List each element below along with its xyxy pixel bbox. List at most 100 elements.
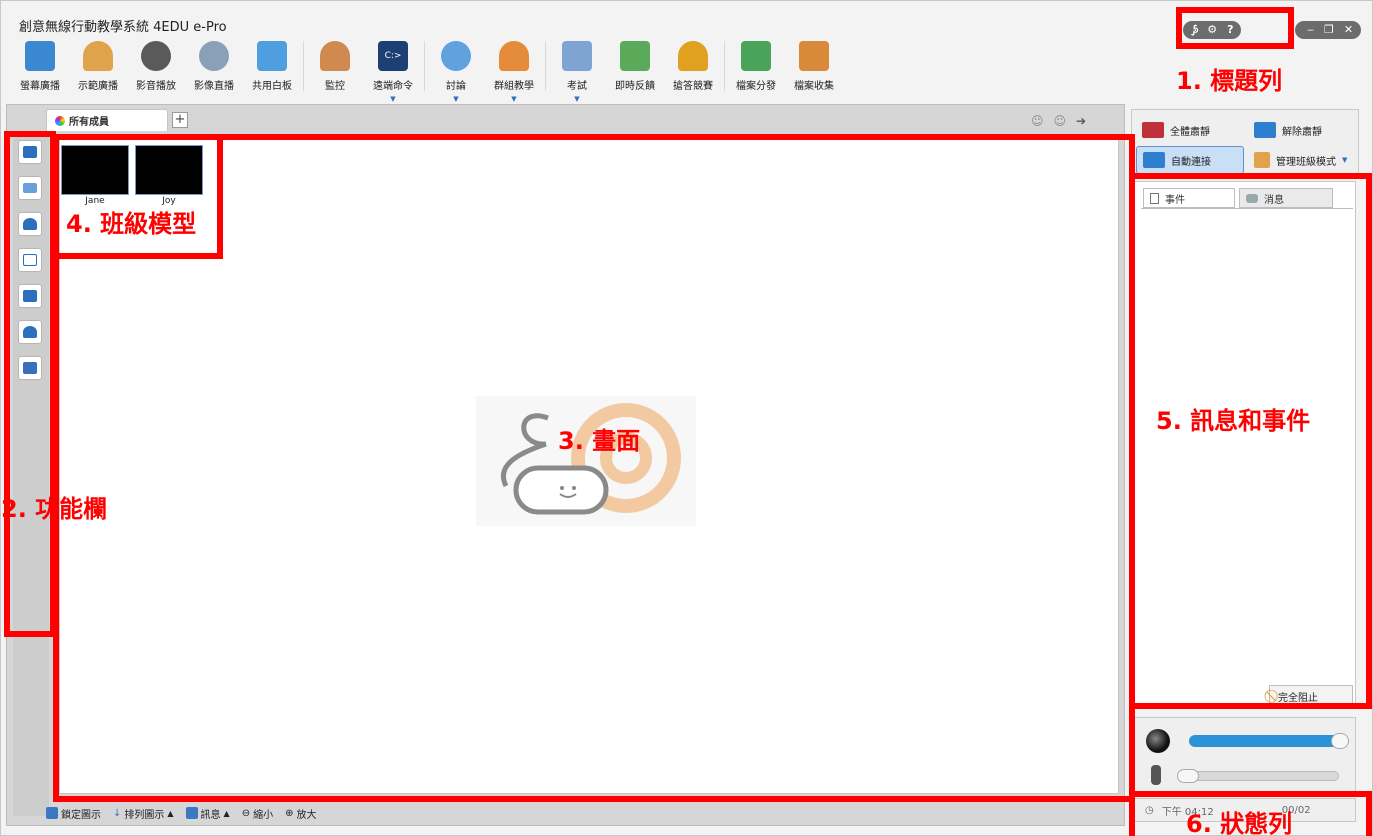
file-collect-icon <box>799 41 829 71</box>
canvas-statusbar: 鎖定圖示 ↓ 排列圖示 ▲ 訊息 ▲ ⊖ 縮小 ⊕ 放大 <box>46 803 316 823</box>
tool-quiz-contest[interactable]: 搶答競賽 <box>664 41 722 99</box>
user-settings-icon[interactable]: ☺ <box>1054 114 1067 128</box>
annotation-class-model: 4. 班級模型 <box>66 210 197 238</box>
tool-whiteboard[interactable]: 共用白板 <box>243 41 301 99</box>
annotation-box-class-model <box>53 134 223 259</box>
tool-monitor[interactable]: 監控 <box>306 41 364 99</box>
zoom-out-button[interactable]: ⊖ 縮小 <box>242 806 273 821</box>
volume-slider-handle[interactable] <box>1331 733 1349 749</box>
tool-live-video[interactable]: 影像直播 <box>185 41 243 99</box>
caret-up-icon: ▲ <box>167 808 174 818</box>
tool-screen-broadcast[interactable]: 螢幕廣播 <box>11 41 69 99</box>
add-tab-button[interactable]: + <box>172 112 188 128</box>
statusbar-label: 放大 <box>296 809 317 821</box>
tab-label: 所有成員 <box>69 117 109 128</box>
tool-label: 影音播放 <box>136 81 176 92</box>
demo-broadcast-icon <box>83 41 113 71</box>
tool-label: 共用白板 <box>252 81 292 92</box>
zoom-in-button[interactable]: ⊕ 放大 <box>285 806 316 821</box>
dropdown-arrow-icon[interactable]: ▼ <box>453 95 458 103</box>
exam-clock-icon <box>562 41 592 71</box>
monitor-person-icon <box>320 41 350 71</box>
annotation-status-bar: 6. 狀態列 <box>1186 810 1293 836</box>
statusbar-label: 鎖定圖示 <box>61 809 101 821</box>
webcam-icon <box>199 41 229 71</box>
caret-up-icon: ▲ <box>223 808 230 818</box>
info-button[interactable]: 訊息 ▲ <box>185 806 230 821</box>
manage-mode-dropdown[interactable]: 管理班級模式 ▼ <box>1248 146 1347 174</box>
tool-remote-command[interactable]: C:> 遠端命令 ▼ <box>364 41 422 103</box>
button-label: 全體肅靜 <box>1170 126 1210 138</box>
close-icon[interactable]: ✕ <box>1344 21 1353 39</box>
tool-label: 遠端命令 <box>373 81 413 92</box>
arrow-right-icon[interactable]: ➔ <box>1076 114 1086 128</box>
button-label: 解除肅靜 <box>1282 126 1322 138</box>
toolbar-divider <box>303 41 304 91</box>
tab-all-members[interactable]: 所有成員 <box>46 109 168 131</box>
tool-label: 檔案收集 <box>794 81 834 92</box>
dropdown-arrow-icon[interactable]: ▼ <box>511 95 516 103</box>
tool-media-play[interactable]: 影音播放 <box>127 41 185 99</box>
chat-bubbles-icon <box>441 41 471 71</box>
tool-discussion[interactable]: 討論 ▼ <box>427 41 485 103</box>
tool-label: 螢幕廣播 <box>20 81 60 92</box>
manage-users-icon <box>1254 152 1270 168</box>
sort-icons-button[interactable]: ↓ 排列圖示 ▲ <box>113 806 174 821</box>
view-controls: ☺ ☺ ➔ <box>1031 114 1086 128</box>
group-users-icon <box>499 41 529 71</box>
tool-label: 考試 <box>567 81 587 92</box>
button-label: 自動連接 <box>1171 156 1211 168</box>
lock-icons-button[interactable]: 鎖定圖示 <box>46 806 101 821</box>
tool-instant-feedback[interactable]: 即時反饋 <box>606 41 664 99</box>
auto-connect-button[interactable]: 自動連接 <box>1136 146 1244 174</box>
tool-label: 討論 <box>446 81 466 92</box>
user-group-icon[interactable]: ☺ <box>1031 114 1044 128</box>
mute-all-button[interactable]: 全體肅靜 <box>1136 116 1210 144</box>
toolbar-divider <box>545 41 546 91</box>
command-prompt-icon: C:> <box>378 41 408 71</box>
tool-label: 群組教學 <box>494 81 534 92</box>
zoom-out-icon: ⊖ <box>241 807 251 819</box>
statusbar-label: 排列圖示 <box>124 809 165 821</box>
whiteboard-icon <box>257 41 287 71</box>
toolbar-divider <box>724 41 725 91</box>
tool-label: 即時反饋 <box>615 81 655 92</box>
dropdown-arrow-icon[interactable]: ▼ <box>390 95 395 103</box>
quiz-star-icon <box>678 41 708 71</box>
unmute-button[interactable]: 解除肅靜 <box>1248 116 1322 144</box>
main-toolbar: 螢幕廣播 示範廣播 影音播放 影像直播 共用白板 監控 C:> 遠端命令 ▼ 討… <box>11 41 843 103</box>
tool-group-teaching[interactable]: 群組教學 ▼ <box>485 41 543 103</box>
annotation-title-bar: 1. 標題列 <box>1176 67 1283 95</box>
minimize-icon[interactable]: ‒ <box>1307 21 1314 39</box>
unmute-screen-icon <box>1254 122 1276 138</box>
dropdown-arrow-icon[interactable]: ▼ <box>574 95 579 103</box>
tab-strip: 所有成員 + <box>46 109 188 131</box>
audio-panel <box>1134 717 1356 795</box>
zoom-in-icon: ⊕ <box>285 807 294 819</box>
statusbar-label: 縮小 <box>253 809 274 821</box>
toolbar-divider <box>424 41 425 91</box>
microphone-icon <box>1151 765 1161 785</box>
window-title: 創意無線行動教學系統 4EDU e-Pro <box>19 20 227 35</box>
mic-slider-handle[interactable] <box>1177 769 1199 783</box>
tool-label: 監控 <box>325 81 345 92</box>
tool-exam[interactable]: 考試 ▼ <box>548 41 606 103</box>
annotation-box-messages-events <box>1129 173 1372 709</box>
button-label: 管理班級模式 <box>1276 156 1336 168</box>
annotation-messages-events: 5. 訊息和事件 <box>1156 407 1311 435</box>
tool-label: 搶答競賽 <box>673 81 713 92</box>
window-controls: ‒ ❐ ✕ <box>1295 21 1362 39</box>
statusbar-label: 訊息 <box>200 809 221 821</box>
volume-slider[interactable] <box>1189 735 1349 747</box>
file-send-icon <box>741 41 771 71</box>
tool-label: 檔案分發 <box>736 81 776 92</box>
mute-screen-icon <box>1142 122 1164 138</box>
mic-slider[interactable] <box>1177 771 1339 781</box>
tool-file-distribute[interactable]: 檔案分發 <box>727 41 785 99</box>
restore-icon[interactable]: ❐ <box>1324 21 1334 39</box>
right-control-panel: 全體肅靜 解除肅靜 自動連接 管理班級模式 ▼ <box>1131 109 1359 177</box>
film-reel-icon <box>141 41 171 71</box>
tool-demo-broadcast[interactable]: 示範廣播 <box>69 41 127 99</box>
tool-file-collect[interactable]: 檔案收集 <box>785 41 843 99</box>
annotation-screen: 3. 畫面 <box>558 427 641 455</box>
